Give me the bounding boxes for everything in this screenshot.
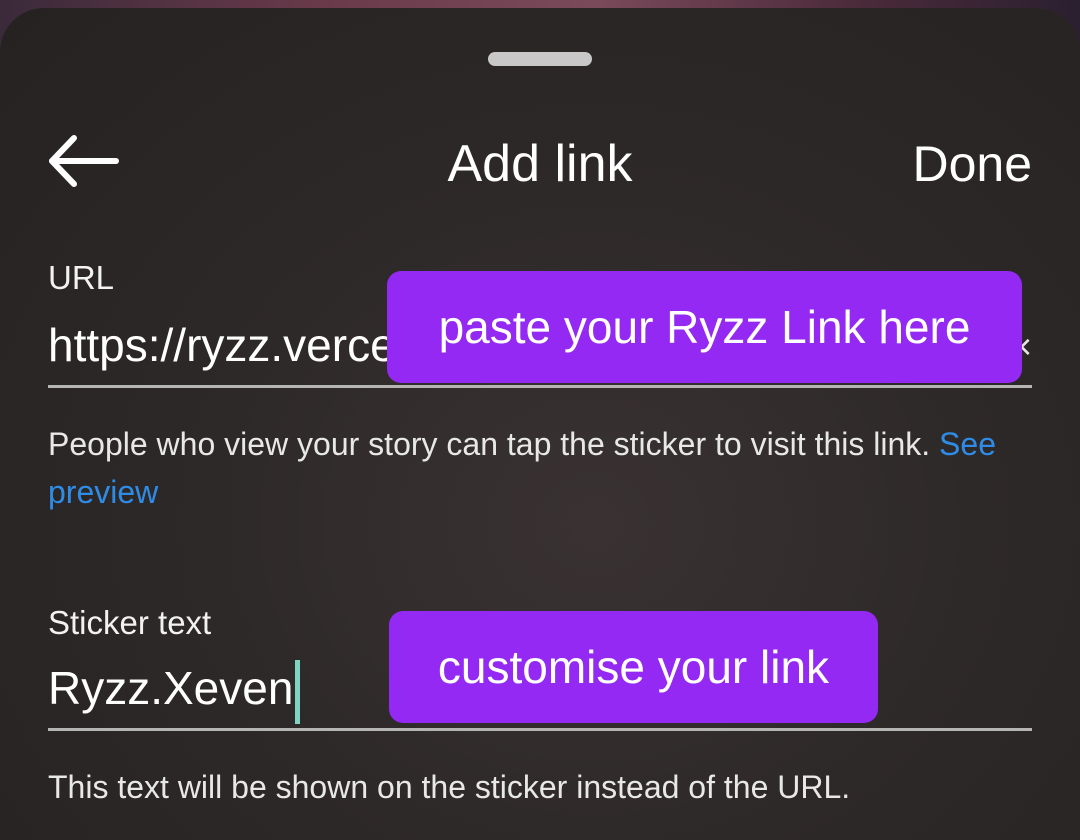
add-link-sheet: Add link Done URL https://ryzz.vercel.ap…	[0, 8, 1080, 840]
done-button[interactable]: Done	[912, 134, 1032, 194]
sticker-text-input[interactable]: Ryzz.Xeven	[48, 660, 301, 724]
sticker-text-label: Sticker text	[48, 604, 212, 641]
url-label: URL	[48, 259, 115, 296]
text-cursor	[295, 660, 301, 724]
url-helper-text: People who view your story can tap the s…	[48, 420, 1028, 516]
sticker-text-value: Ryzz.Xeven	[48, 662, 294, 715]
sticker-helper-text: This text will be shown on the sticker i…	[48, 769, 851, 805]
url-helper-description: People who view your story can tap the s…	[48, 426, 931, 462]
drag-handle[interactable]	[488, 52, 592, 66]
customise-hint-callout: customise your link	[389, 611, 878, 723]
screen: Add link Done URL https://ryzz.vercel.ap…	[0, 0, 1080, 840]
paste-hint-callout: paste your Ryzz Link here	[387, 271, 1022, 383]
